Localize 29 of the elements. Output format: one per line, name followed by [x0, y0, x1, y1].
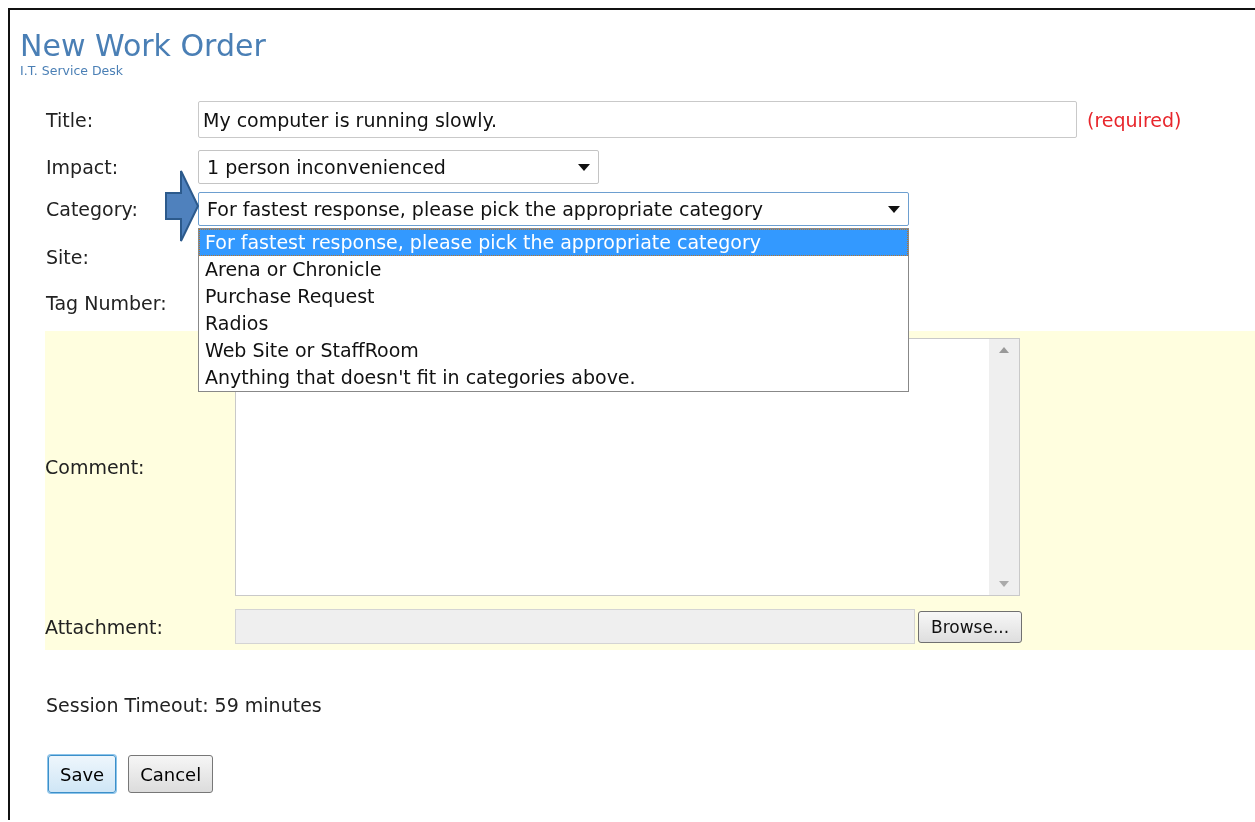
- field-label: Comment:: [45, 456, 146, 478]
- field-label: Title:: [46, 108, 95, 131]
- caret-icon: [578, 163, 590, 171]
- caret-icon: [888, 205, 900, 213]
- field-label: Site:: [46, 246, 90, 268]
- required-note: (required): [1087, 108, 1182, 131]
- dropdown[interactable]: 1 person inconvenienced: [198, 150, 599, 184]
- cancel-button[interactable]: Cancel: [128, 755, 214, 793]
- dropdown[interactable]: For fastest response, please pick the appropriate category: [198, 192, 909, 226]
- browse-button[interactable]: Browse...: [918, 610, 1023, 643]
- title-field[interactable]: My computer is running slowly.: [198, 101, 1077, 138]
- field-label: Tag Number:: [46, 292, 168, 314]
- page-subtitle: I.T. Service Desk: [20, 64, 124, 78]
- scrollbar[interactable]: [989, 339, 1019, 595]
- arrow-icon: [165, 170, 199, 242]
- field-label: Attachment:: [45, 615, 164, 638]
- page-title: New Work Order: [20, 27, 267, 64]
- scroll-down-icon[interactable]: [999, 581, 1009, 587]
- dropdown-option[interactable]: Radios: [199, 310, 908, 337]
- dropdown-option[interactable]: Arena or Chronicle: [199, 256, 908, 283]
- field-label: Impact:: [46, 156, 120, 178]
- dropdown-option[interactable]: Web Site or StaffRoom: [199, 337, 908, 364]
- save-button[interactable]: Save: [48, 755, 117, 793]
- scroll-up-icon[interactable]: [999, 347, 1009, 353]
- field-label: Category:: [46, 198, 139, 220]
- file-field[interactable]: [235, 609, 915, 644]
- dropdown-option[interactable]: Purchase Request: [199, 283, 908, 310]
- session-timeout: Session Timeout: 59 minutes: [46, 693, 322, 717]
- dropdown-option[interactable]: Anything that doesn't fit in categories above.: [199, 364, 908, 391]
